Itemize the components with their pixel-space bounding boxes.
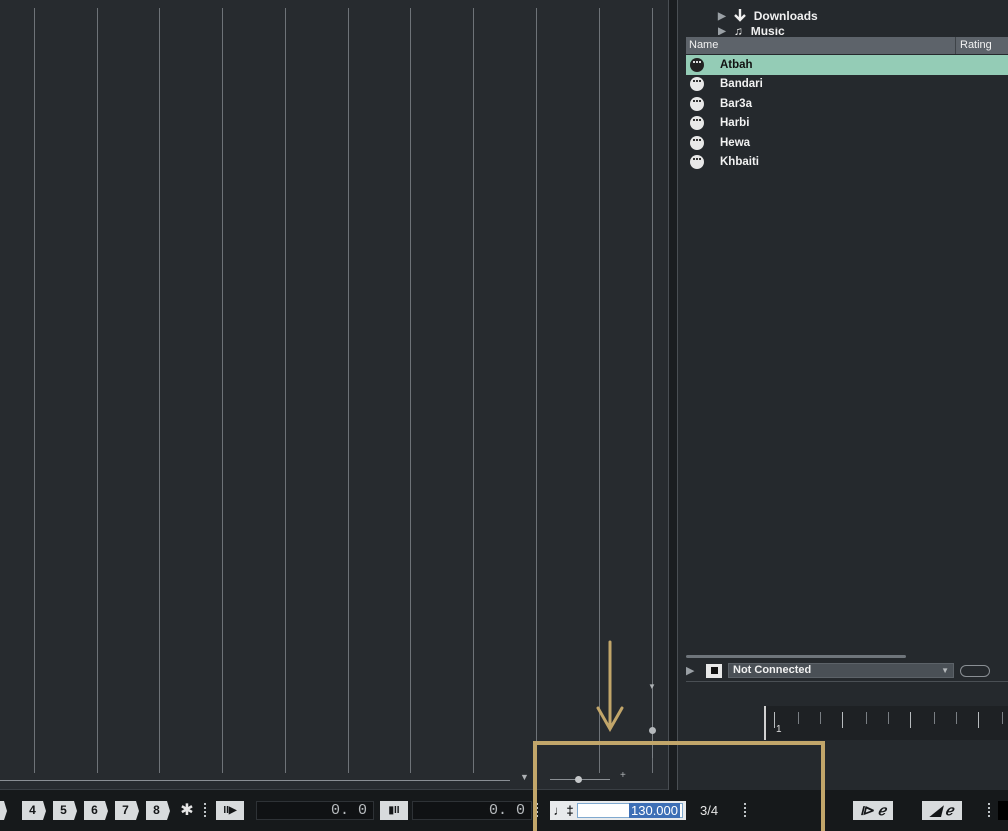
expand-arrow-icon[interactable]: ▶: [718, 27, 726, 35]
zoom-menu-icon[interactable]: ▼: [520, 772, 529, 782]
locate-button-7[interactable]: 7: [115, 801, 139, 820]
preview-toggle[interactable]: [960, 664, 990, 677]
timeline-tick: [842, 712, 843, 728]
media-bay: ▶ Downloads ▶ ♫ Music Name Rating Atbah …: [678, 0, 1008, 790]
list-item[interactable]: Atbah: [686, 55, 1008, 75]
transport-bar: 4 5 6 7 8 ✱ II▶ 0. 0 ▮II 0. 0 ♩‡ 130.000…: [0, 790, 1008, 831]
midi-file-icon: [690, 135, 704, 150]
list-item[interactable]: Harbi: [686, 114, 1008, 134]
grid-line: [285, 8, 286, 773]
list-item[interactable]: Bar3a: [686, 94, 1008, 114]
grid-line: [473, 8, 474, 773]
preview-controls: ▶ Not Connected ▼: [686, 660, 1008, 682]
grid-line: [34, 8, 35, 773]
project-arrange-area[interactable]: ▼ ▼ +: [0, 0, 668, 790]
grid-line: [536, 8, 537, 773]
locate-button-4[interactable]: 4: [22, 801, 46, 820]
locate-button-6[interactable]: 6: [84, 801, 108, 820]
left-locator-field[interactable]: 0. 0: [256, 801, 374, 820]
timeline-bar-number: 1: [776, 724, 782, 735]
list-item[interactable]: Hewa: [686, 133, 1008, 153]
stop-preview-button[interactable]: [706, 663, 722, 678]
tree-item-label: Downloads: [753, 9, 818, 23]
timeline-tick: [798, 712, 799, 724]
stop-icon: [710, 667, 718, 674]
left-locator-button[interactable]: II▶: [216, 801, 244, 820]
section-handle[interactable]: [988, 803, 991, 817]
list-item-label: Harbi: [720, 117, 750, 130]
tree-item-downloads[interactable]: ▶ Downloads: [718, 8, 818, 24]
grid-line: [97, 8, 98, 773]
section-handle[interactable]: [204, 803, 207, 817]
timeline-tick: [910, 712, 911, 728]
zone-divider[interactable]: [668, 0, 678, 790]
timeline-tick: [866, 712, 867, 724]
list-item[interactable]: Khbaiti: [686, 153, 1008, 173]
timeline-tick: [888, 712, 889, 724]
list-item-label: Khbaiti: [720, 156, 759, 169]
timeline-tick: [820, 712, 821, 724]
timeline-tick: [934, 712, 935, 724]
column-header-rating[interactable]: Rating: [956, 37, 992, 54]
midi-file-icon: [690, 155, 704, 170]
grid-line: [348, 8, 349, 773]
midi-output-value: Not Connected: [733, 664, 812, 676]
midi-output-select[interactable]: Not Connected ▼: [728, 663, 954, 678]
sync-button[interactable]: ⧐ ℯ: [853, 801, 893, 820]
midi-file-icon: [690, 116, 704, 131]
gear-icon[interactable]: ✱: [177, 801, 197, 820]
tree-item-music[interactable]: ▶ ♫ Music: [718, 27, 785, 35]
timeline-tick: [956, 712, 957, 724]
expand-arrow-icon[interactable]: ▶: [718, 11, 726, 22]
chevron-down-icon: ▼: [941, 666, 949, 675]
grid-line: [159, 8, 160, 773]
metronome-button[interactable]: ◢ ℯ: [922, 801, 962, 820]
right-locator-button[interactable]: ▮II: [380, 801, 408, 820]
timeline-tick: [774, 712, 775, 728]
list-item-label: Hewa: [720, 136, 751, 149]
play-preview-button[interactable]: ▶: [686, 664, 700, 677]
download-arrow-icon: [733, 9, 746, 22]
list-item-label: Bandari: [720, 78, 763, 91]
grid-line: [410, 8, 411, 773]
grid-line: [222, 8, 223, 773]
list-item[interactable]: Bandari: [686, 75, 1008, 95]
list-item-label: Bar3a: [720, 97, 752, 110]
highlight-box: [533, 741, 825, 831]
preview-timeline[interactable]: 1: [764, 706, 1008, 740]
locate-button-3[interactable]: [0, 801, 7, 820]
timeline-tick: [978, 712, 979, 728]
midi-file-icon: [690, 96, 704, 111]
results-header: Name Rating: [686, 37, 1008, 54]
music-note-icon: ♫: [733, 27, 743, 35]
tree-item-label: Music: [750, 27, 785, 35]
locate-button-8[interactable]: 8: [146, 801, 170, 820]
column-header-name[interactable]: Name: [686, 37, 956, 54]
zoom-knob[interactable]: [649, 727, 656, 734]
locate-button-5[interactable]: 5: [53, 801, 77, 820]
preview-scrollbar[interactable]: [686, 655, 906, 658]
midi-file-icon: [690, 57, 704, 72]
list-item-label: Atbah: [720, 58, 753, 71]
track-floor-line: [0, 780, 510, 781]
grid-line: [652, 8, 653, 773]
transport-edge: [998, 801, 1008, 820]
results-list: Atbah Bandari Bar3a Harbi Hewa Khbaiti: [686, 55, 1008, 172]
timeline-tick: [1002, 712, 1003, 724]
midi-file-icon: [690, 77, 704, 92]
down-arrow-icon: [596, 640, 624, 732]
right-locator-field[interactable]: 0. 0: [412, 801, 532, 820]
